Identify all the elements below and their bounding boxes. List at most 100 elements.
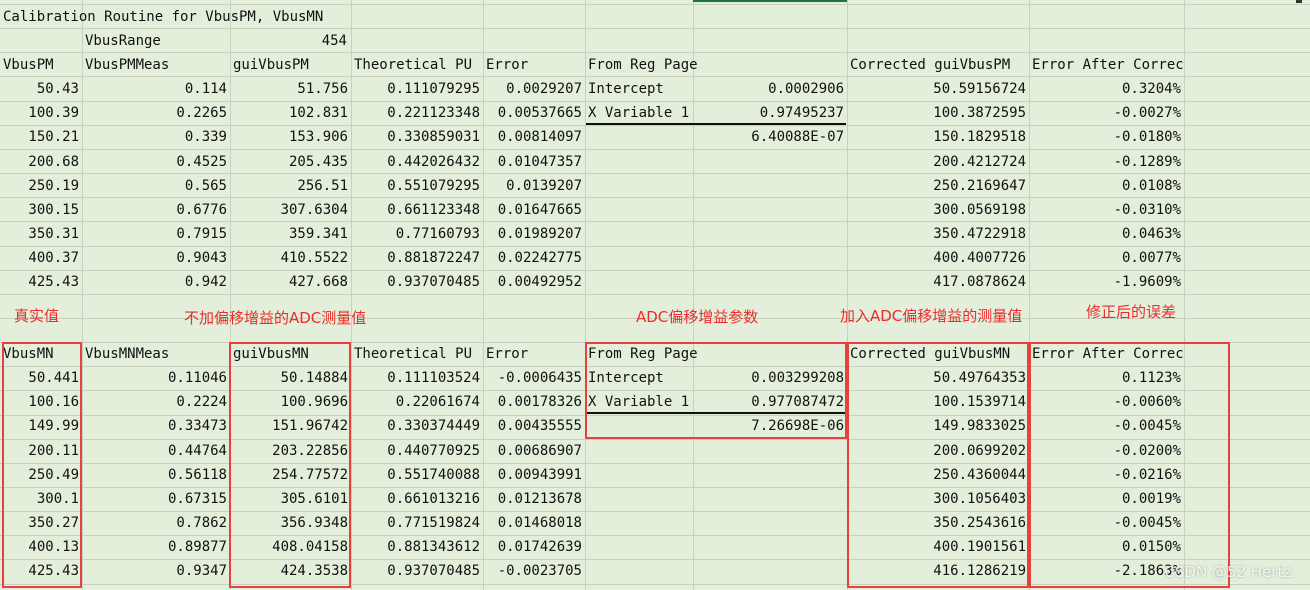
- pm-cell-error[interactable]: 0.02242775: [483, 246, 585, 270]
- mn-cell-meas[interactable]: 0.9347: [82, 559, 230, 583]
- mn-cell-error[interactable]: 0.00178326: [483, 390, 585, 414]
- pm-cell-meas[interactable]: 0.9043: [82, 246, 230, 270]
- mn-cell-meas[interactable]: 0.56118: [82, 463, 230, 487]
- pm-cell-theoretical-pu[interactable]: 0.221123348: [351, 101, 483, 125]
- mn-cell-error[interactable]: 0.00435555: [483, 414, 585, 438]
- pm-header-error-after[interactable]: Error After Correction: [1029, 53, 1184, 77]
- pm-cell-meas[interactable]: 0.565: [82, 174, 230, 198]
- pm-cell-error[interactable]: 0.00814097: [483, 125, 585, 149]
- pm-cell-error-after[interactable]: 0.0463%: [1029, 222, 1184, 246]
- pm-cell-reg-value[interactable]: 0.97495237: [693, 101, 847, 125]
- pm-cell-meas[interactable]: 0.942: [82, 270, 230, 294]
- pm-cell-corrected[interactable]: 400.4007726: [847, 246, 1029, 270]
- pm-cell-gui[interactable]: 359.341: [230, 222, 351, 246]
- pm-header-meas[interactable]: VbusPMMeas: [82, 53, 230, 77]
- pm-cell-vbus[interactable]: 100.39: [0, 101, 82, 125]
- pm-cell-corrected[interactable]: 100.3872595: [847, 101, 1029, 125]
- pm-cell-meas[interactable]: 0.6776: [82, 198, 230, 222]
- mn-cell-meas[interactable]: 0.67315: [82, 487, 230, 511]
- pm-cell-meas[interactable]: 0.2265: [82, 101, 230, 125]
- pm-cell-vbus[interactable]: 150.21: [0, 125, 82, 149]
- pm-cell-gui[interactable]: 410.5522: [230, 246, 351, 270]
- pm-cell-reg-value[interactable]: 0.0002906: [693, 77, 847, 101]
- pm-cell-theoretical-pu[interactable]: 0.661123348: [351, 198, 483, 222]
- mn-cell-theoretical-pu[interactable]: 0.661013216: [351, 487, 483, 511]
- pm-cell-meas[interactable]: 0.114: [82, 77, 230, 101]
- pm-cell-error-after[interactable]: -0.0180%: [1029, 125, 1184, 149]
- pm-cell-error[interactable]: 0.00537665: [483, 101, 585, 125]
- pm-cell-reg-label[interactable]: X Variable 1: [585, 101, 693, 125]
- mn-header-error[interactable]: Error: [483, 342, 585, 366]
- pm-cell-gui[interactable]: 205.435: [230, 150, 351, 174]
- mn-cell-error[interactable]: 0.00943991: [483, 463, 585, 487]
- pm-header-reg-label[interactable]: From Reg Page: [585, 53, 847, 77]
- mn-cell-theoretical-pu[interactable]: 0.771519824: [351, 511, 483, 535]
- pm-cell-gui[interactable]: 307.6304: [230, 198, 351, 222]
- pm-cell-error[interactable]: 0.01047357: [483, 150, 585, 174]
- pm-cell-corrected[interactable]: 300.0569198: [847, 198, 1029, 222]
- pm-cell-meas[interactable]: 0.4525: [82, 150, 230, 174]
- pm-cell-error[interactable]: 0.01989207: [483, 222, 585, 246]
- pm-cell-theoretical-pu[interactable]: 0.881872247: [351, 246, 483, 270]
- pm-cell-corrected[interactable]: 350.4722918: [847, 222, 1029, 246]
- pm-cell-vbus[interactable]: 300.15: [0, 198, 82, 222]
- mn-cell-meas[interactable]: 0.11046: [82, 366, 230, 390]
- pm-cell-reg-value[interactable]: 6.40088E-07: [693, 125, 847, 149]
- pm-cell-vbus[interactable]: 425.43: [0, 270, 82, 294]
- pm-header-gui[interactable]: guiVbusPM: [230, 53, 351, 77]
- mn-cell-theoretical-pu[interactable]: 0.881343612: [351, 535, 483, 559]
- pm-cell-gui[interactable]: 427.668: [230, 270, 351, 294]
- mn-cell-meas[interactable]: 0.7862: [82, 511, 230, 535]
- vbus-range-value[interactable]: 454: [230, 29, 350, 53]
- vbus-range-label[interactable]: VbusRange: [82, 29, 230, 53]
- pm-cell-theoretical-pu[interactable]: 0.330859031: [351, 125, 483, 149]
- mn-cell-error[interactable]: 0.01213678: [483, 487, 585, 511]
- pm-cell-theoretical-pu[interactable]: 0.937070485: [351, 270, 483, 294]
- mn-cell-meas[interactable]: 0.44764: [82, 439, 230, 463]
- pm-cell-corrected[interactable]: 250.2169647: [847, 174, 1029, 198]
- mn-cell-theoretical-pu[interactable]: 0.551740088: [351, 463, 483, 487]
- pm-cell-error-after[interactable]: 0.0077%: [1029, 246, 1184, 270]
- spreadsheet-grid[interactable]: Calibration Routine for VbusPM, VbusMN V…: [0, 0, 1310, 590]
- mn-cell-error[interactable]: -0.0006435: [483, 366, 585, 390]
- mn-cell-meas[interactable]: 0.33473: [82, 414, 230, 438]
- pm-cell-vbus[interactable]: 350.31: [0, 222, 82, 246]
- pm-header-corrected[interactable]: Corrected guiVbusPM: [847, 53, 1029, 77]
- pm-cell-corrected[interactable]: 200.4212724: [847, 150, 1029, 174]
- mn-cell-meas[interactable]: 0.2224: [82, 390, 230, 414]
- pm-cell-vbus[interactable]: 250.19: [0, 174, 82, 198]
- pm-cell-vbus[interactable]: 400.37: [0, 246, 82, 270]
- pm-cell-gui[interactable]: 256.51: [230, 174, 351, 198]
- pm-cell-error[interactable]: 0.0139207: [483, 174, 585, 198]
- pm-cell-corrected[interactable]: 50.59156724: [847, 77, 1029, 101]
- mn-cell-theoretical-pu[interactable]: 0.937070485: [351, 559, 483, 583]
- mn-cell-error[interactable]: 0.00686907: [483, 439, 585, 463]
- pm-cell-theoretical-pu[interactable]: 0.551079295: [351, 174, 483, 198]
- pm-cell-error-after[interactable]: 0.3204%: [1029, 77, 1184, 101]
- pm-cell-vbus[interactable]: 50.43: [0, 77, 82, 101]
- pm-cell-gui[interactable]: 102.831: [230, 101, 351, 125]
- pm-cell-error[interactable]: 0.00492952: [483, 270, 585, 294]
- pm-cell-gui[interactable]: 51.756: [230, 77, 351, 101]
- pm-header-theoretical-pu[interactable]: Theoretical PU: [351, 53, 483, 77]
- mn-cell-theoretical-pu[interactable]: 0.22061674: [351, 390, 483, 414]
- pm-cell-error-after[interactable]: 0.0108%: [1029, 174, 1184, 198]
- pm-cell-reg-label[interactable]: Intercept: [585, 77, 693, 101]
- pm-cell-meas[interactable]: 0.7915: [82, 222, 230, 246]
- mn-cell-theoretical-pu[interactable]: 0.111103524: [351, 366, 483, 390]
- pm-cell-gui[interactable]: 153.906: [230, 125, 351, 149]
- pm-cell-corrected[interactable]: 417.0878624: [847, 270, 1029, 294]
- mn-cell-error[interactable]: 0.01742639: [483, 535, 585, 559]
- pm-cell-error-after[interactable]: -0.0027%: [1029, 101, 1184, 125]
- mn-cell-meas[interactable]: 0.89877: [82, 535, 230, 559]
- pm-cell-theoretical-pu[interactable]: 0.111079295: [351, 77, 483, 101]
- pm-cell-error-after[interactable]: -0.1289%: [1029, 150, 1184, 174]
- pm-header-error[interactable]: Error: [483, 53, 585, 77]
- mn-cell-error[interactable]: -0.0023705: [483, 559, 585, 583]
- mn-cell-error[interactable]: 0.01468018: [483, 511, 585, 535]
- pm-cell-error-after[interactable]: -0.0310%: [1029, 198, 1184, 222]
- mn-cell-theoretical-pu[interactable]: 0.440770925: [351, 439, 483, 463]
- pm-cell-meas[interactable]: 0.339: [82, 125, 230, 149]
- sheet-title-cell[interactable]: Calibration Routine for VbusPM, VbusMN: [0, 5, 350, 29]
- pm-cell-error[interactable]: 0.01647665: [483, 198, 585, 222]
